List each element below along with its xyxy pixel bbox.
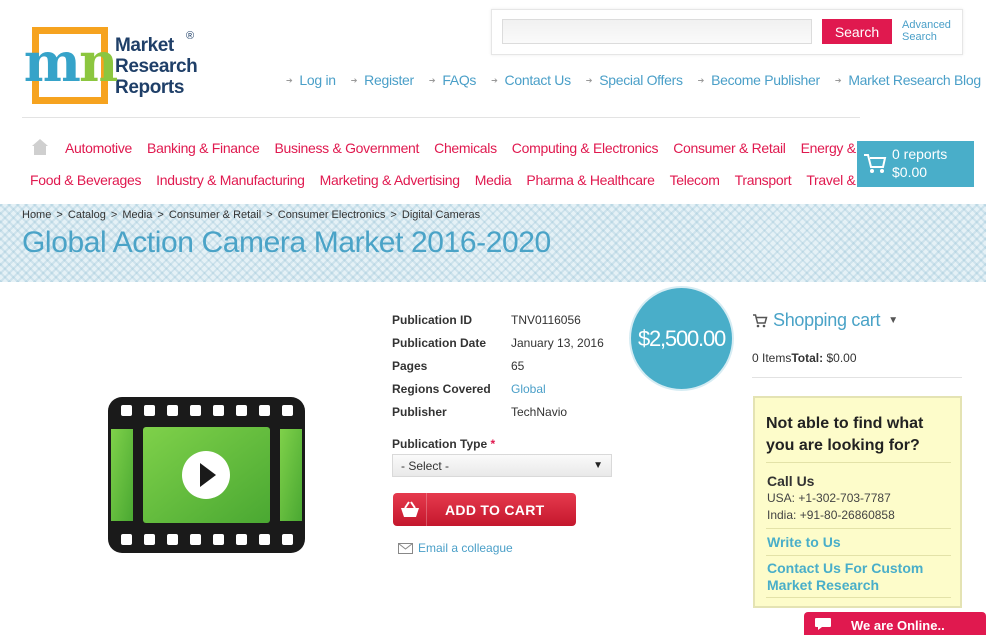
nav-business-government[interactable]: Business & Government [274, 140, 419, 156]
envelope-icon [398, 542, 413, 554]
nav-chemicals[interactable]: Chemicals [434, 140, 497, 156]
nav-food-beverages[interactable]: Food & Beverages [30, 172, 141, 188]
arrow-right-icon: ➔ [350, 75, 358, 85]
blog-link[interactable]: ➔ Market Research Blog [835, 72, 981, 88]
live-chat-button[interactable]: We are Online.. [804, 612, 986, 635]
publication-type-label: Publication Type * [392, 437, 496, 451]
arrow-right-icon: ➔ [585, 75, 593, 85]
help-title: Not able to find what you are looking fo… [766, 415, 924, 454]
product-details: Publication ID TNV0116056 Publication Dat… [392, 308, 604, 423]
breadcrumb-catalog[interactable]: Catalog [68, 209, 106, 221]
top-links: ➔ Log in ➔ Register ➔ FAQs ➔ Contact Us ➔ Spe… [286, 72, 981, 88]
category-nav-row-2: Food & Beverages Industry & Manufacturin… [30, 172, 903, 188]
arrow-right-icon: ➔ [491, 75, 498, 85]
nav-marketing-advertising[interactable]: Marketing & Advertising [320, 172, 460, 188]
site-logo[interactable]: mn Market Research Reports [24, 27, 202, 107]
detail-row-regions: Regions Covered Global [392, 381, 546, 396]
detail-row-publication-date: Publication Date January 13, 2016 [392, 335, 604, 350]
price-badge: $2,500.00 [631, 288, 732, 389]
chat-bubble-icon [815, 618, 831, 630]
detail-row-publisher: Publisher TechNavio [392, 404, 568, 419]
custom-research-link[interactable]: Contact Us For Custom Market Research [767, 560, 923, 594]
nav-banking-finance[interactable]: Banking & Finance [147, 140, 260, 156]
help-divider [766, 462, 951, 463]
price-value: $2,500.00 [637, 325, 726, 351]
help-divider [766, 555, 951, 556]
dropdown-arrow-icon: ▼ [888, 315, 898, 326]
detail-row-pages: Pages 65 [392, 358, 525, 373]
special-offers-link[interactable]: ➔ Special Offers [586, 72, 683, 88]
sidebar-cart-summary: 0 ItemsTotal: $0.00 [752, 351, 857, 365]
add-to-cart-button[interactable]: ADD TO CART [393, 493, 576, 526]
advanced-search-link[interactable]: Advanced Search [902, 19, 951, 43]
cart-total: $0.00 [892, 164, 928, 180]
arrow-right-icon: ➔ [286, 75, 293, 85]
breadcrumb: Home > Catalog > Media > Consumer & Reta… [22, 209, 481, 221]
search-input[interactable] [502, 19, 812, 44]
email-colleague-link[interactable]: Email a colleague [398, 541, 513, 555]
header-divider [22, 117, 860, 118]
phone-india: India: +91-80-26860858 [767, 508, 895, 522]
logo-mark: mn [24, 27, 118, 104]
contact-us-link[interactable]: ➔ Contact Us [491, 72, 571, 88]
arrow-right-icon: ➔ [697, 75, 705, 85]
breadcrumb-consumer-retail[interactable]: Consumer & Retail [169, 209, 261, 221]
search-panel: Search Advanced Search [491, 9, 963, 55]
search-button[interactable]: Search [822, 19, 892, 44]
cart-icon [864, 154, 887, 173]
cart-count: 0 reports [892, 146, 948, 162]
logo-wordmark: Market Research Reports [115, 35, 198, 98]
breadcrumb-consumer-electronics[interactable]: Consumer Electronics [278, 209, 386, 221]
cart-icon [753, 313, 768, 327]
faqs-link[interactable]: ➔ FAQs [428, 72, 477, 88]
nav-telecom[interactable]: Telecom [670, 172, 720, 188]
header-cart-button[interactable]: 0 reports $0.00 [857, 141, 974, 187]
breadcrumb-media[interactable]: Media [122, 209, 152, 221]
registered-mark: ® [186, 30, 195, 42]
basket-icon [393, 493, 427, 526]
publication-type-select[interactable]: - Select - ▼ [392, 454, 612, 477]
video-film-icon [108, 397, 305, 553]
call-us-heading: Call Us [767, 473, 815, 489]
nav-pharma-healthcare[interactable]: Pharma & Healthcare [526, 172, 654, 188]
nav-consumer-retail[interactable]: Consumer & Retail [673, 140, 786, 156]
breadcrumb-home[interactable]: Home [22, 209, 51, 221]
nav-media[interactable]: Media [475, 172, 512, 188]
help-divider [766, 597, 951, 598]
arrow-right-icon: ➔ [834, 75, 842, 85]
detail-row-publication-id: Publication ID TNV0116056 [392, 312, 581, 327]
sidebar-divider [752, 377, 962, 378]
become-publisher-link[interactable]: ➔ Become Publisher [697, 72, 821, 88]
nav-computing-electronics[interactable]: Computing & Electronics [512, 140, 659, 156]
help-box: Not able to find what you are looking fo… [753, 396, 962, 608]
phone-usa: USA: +1-302-703-7787 [767, 491, 891, 505]
nav-industry-manufacturing[interactable]: Industry & Manufacturing [156, 172, 305, 188]
category-nav-row-1: Automotive Banking & Finance Business & … [65, 140, 902, 156]
page-title: Global Action Camera Market 2016-2020 [22, 226, 551, 259]
help-divider [766, 528, 951, 529]
nav-transport[interactable]: Transport [735, 172, 792, 188]
region-global-link[interactable]: Global [511, 382, 546, 396]
register-link[interactable]: ➔ Register [351, 72, 414, 88]
arrow-right-icon: ➔ [428, 75, 436, 85]
breadcrumb-digital-cameras[interactable]: Digital Cameras [402, 209, 480, 221]
home-icon[interactable] [31, 138, 49, 156]
caret-down-icon: ▼ [593, 460, 603, 471]
shopping-cart-heading[interactable]: Shopping cart ▼ [752, 310, 898, 331]
write-to-us-link[interactable]: Write to Us [767, 534, 841, 551]
nav-automotive[interactable]: Automotive [65, 140, 132, 156]
login-link[interactable]: ➔ Log in [286, 72, 336, 88]
